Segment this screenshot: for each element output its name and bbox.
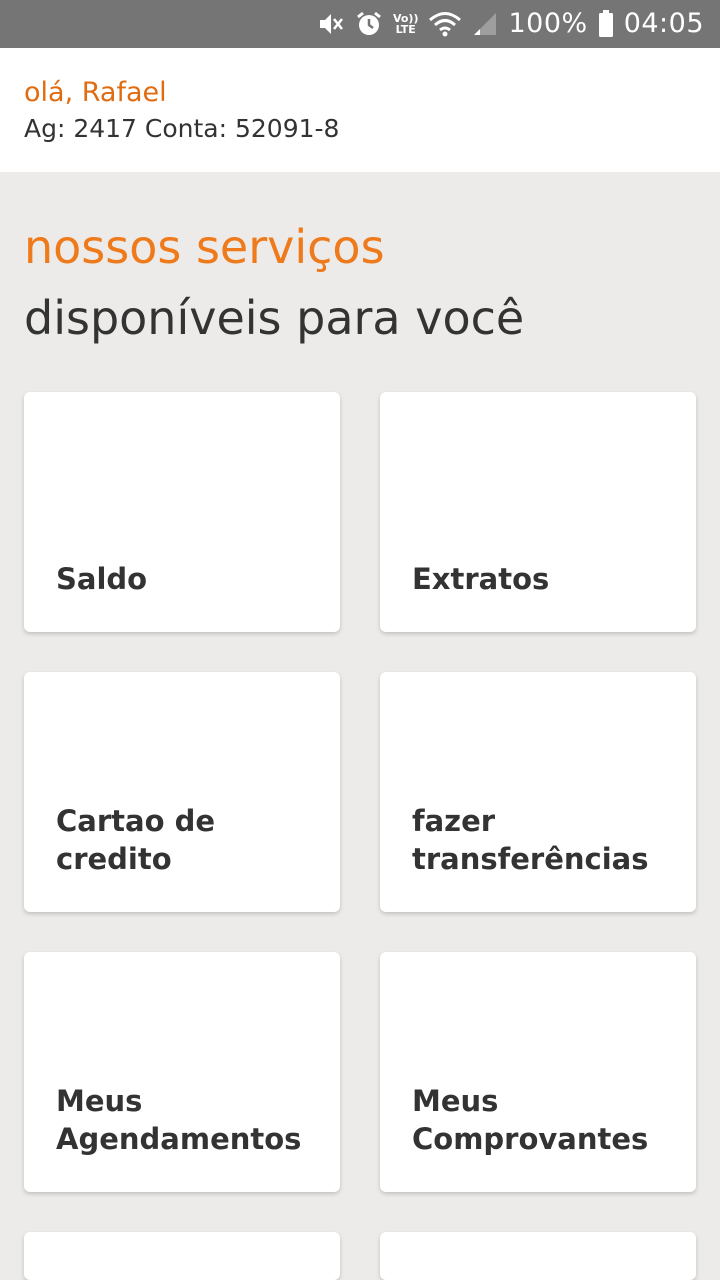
wifi-icon [428, 10, 462, 38]
service-card-extratos[interactable]: Extratos [380, 392, 696, 632]
account-header: olá, Rafael Ag: 2417 Conta: 52091-8 [0, 48, 720, 172]
service-card-label: Saldo [56, 562, 148, 596]
service-card-label: Extratos [412, 562, 550, 596]
volte-icon: Vo)) LTE [393, 10, 419, 38]
services-heading: nossos serviços disponíveis para você [24, 216, 704, 358]
mute-icon [317, 10, 345, 38]
service-card-agendamentos[interactable]: Meus Agendamentos [24, 952, 340, 1192]
service-card-label: Meus Comprovantes [412, 1084, 649, 1156]
service-card-cartao-de-credito[interactable]: Cartao de credito [24, 672, 340, 912]
clock: 04:05 [623, 8, 704, 39]
battery-percent: 100% [508, 8, 588, 39]
services-title: nossos serviços [24, 220, 385, 274]
service-card-label: fazer transferências [412, 804, 649, 876]
battery-icon [598, 10, 614, 38]
service-card-partial-right[interactable] [380, 1232, 696, 1280]
status-bar: Vo)) LTE 100% 04:05 [0, 0, 720, 48]
service-card-partial-left[interactable] [24, 1232, 340, 1280]
volte-bottom-label: LTE [395, 23, 416, 36]
service-card-label: Cartao de credito [56, 804, 216, 876]
account-info: Ag: 2417 Conta: 52091-8 [24, 114, 340, 143]
services-subtitle: disponíveis para você [24, 291, 525, 345]
service-card-transferencias[interactable]: fazer transferências [380, 672, 696, 912]
signal-icon [472, 10, 498, 38]
service-card-comprovantes[interactable]: Meus Comprovantes [380, 952, 696, 1192]
alarm-icon [355, 10, 383, 38]
greeting: olá, Rafael [24, 77, 167, 108]
service-card-saldo[interactable]: Saldo [24, 392, 340, 632]
service-card-label: Meus Agendamentos [56, 1084, 302, 1156]
